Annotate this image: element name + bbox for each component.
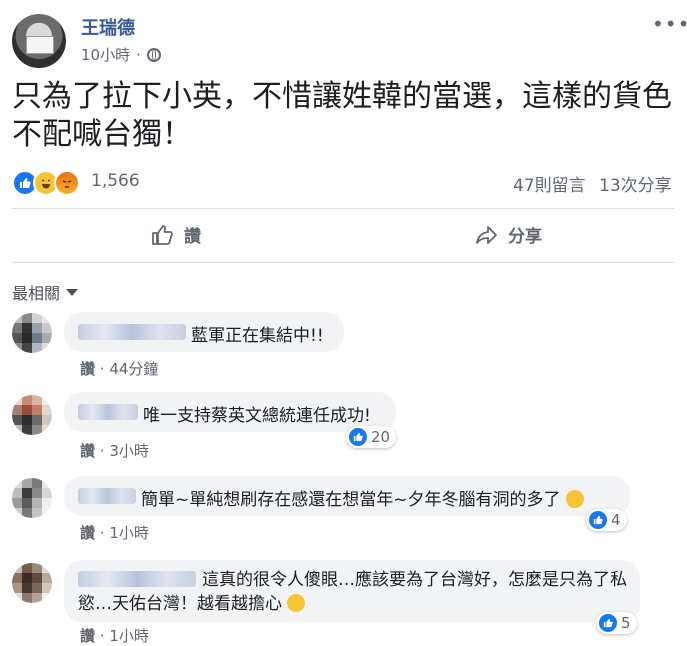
like-icon xyxy=(349,428,367,446)
commenter-name[interactable] xyxy=(78,404,138,420)
comment-time[interactable]: 1小時 xyxy=(109,627,149,645)
share-icon xyxy=(476,225,497,244)
comment-time[interactable]: 1小時 xyxy=(109,524,149,542)
caret-down-icon xyxy=(66,288,79,296)
comment-meta: 讚 · 3小時 xyxy=(80,442,149,460)
reaction-icons[interactable] xyxy=(12,170,80,196)
comment-like-link[interactable]: 讚 xyxy=(80,524,95,542)
share-button[interactable]: 分享 xyxy=(474,222,542,247)
reaction-count: 5 xyxy=(621,614,631,632)
comment-like-link[interactable]: 讚 xyxy=(80,360,95,378)
like-button[interactable]: 讚 xyxy=(150,222,201,247)
comment-reactions[interactable]: 20 xyxy=(346,426,397,448)
comment-reactions[interactable]: 5 xyxy=(596,612,637,634)
rofl-emoji-icon xyxy=(565,490,584,508)
comment-text: 簡單~單純想刷存在感還在想當年~夕年冬腦有洞的多了 xyxy=(141,485,584,510)
shares-count[interactable]: 13次分享 xyxy=(599,176,672,196)
reaction-count[interactable]: 1,566 xyxy=(91,171,140,191)
worried-emoji-icon xyxy=(287,594,306,612)
comment-sort-dropdown[interactable]: 最相關 xyxy=(12,280,79,304)
divider xyxy=(12,262,674,263)
like-icon xyxy=(152,224,173,245)
comment-time[interactable]: 3小時 xyxy=(109,442,149,460)
comment-meta: 讚 · 1小時 xyxy=(80,627,149,645)
angry-icon xyxy=(54,170,80,196)
comments-count[interactable]: 47則留言 xyxy=(513,176,586,196)
comment-avatar[interactable] xyxy=(12,563,52,603)
author-avatar[interactable] xyxy=(12,14,66,68)
post-time[interactable]: 10小時 xyxy=(81,44,130,65)
comment-bubble: 藍軍正在集結中!! xyxy=(64,312,344,352)
comment-bubble: 簡單~單純想刷存在感還在想當年~夕年冬腦有洞的多了 xyxy=(64,476,630,516)
comment-like-link[interactable]: 讚 xyxy=(80,442,95,460)
comment-meta: 讚 · 44分鐘 xyxy=(80,360,159,378)
post-stats: 47則留言 13次分享 xyxy=(505,171,672,196)
author-name[interactable]: 王瑞德 xyxy=(81,14,135,40)
comment-text: 唯一支持蔡英文總統連任成功! xyxy=(143,406,371,426)
comment-like-link[interactable]: 讚 xyxy=(80,627,95,645)
like-label: 讚 xyxy=(184,227,201,247)
like-icon xyxy=(599,614,617,632)
comment-text: 這真的很令人傻眼…應該要為了台灣好，怎麼是只為了私慾…天佑台灣！越看越擔心 xyxy=(78,570,627,614)
comment-avatar[interactable] xyxy=(12,313,52,353)
comment-avatar[interactable] xyxy=(12,478,52,518)
divider xyxy=(12,208,674,209)
post-text: 只為了拉下小英，不惜讓姓韓的當選，這樣的貨色不配喊台獨！ xyxy=(12,79,672,152)
more-icon[interactable]: ••• xyxy=(652,12,687,36)
post-meta: 10小時 · xyxy=(81,44,161,65)
reaction-count: 4 xyxy=(611,511,621,529)
comment-time[interactable]: 44分鐘 xyxy=(109,360,158,378)
comment-text: 藍軍正在集結中!! xyxy=(191,326,324,346)
comment-meta: 讚 · 1小時 xyxy=(80,524,149,542)
comment-bubble: 這真的很令人傻眼…應該要為了台灣好，怎麼是只為了私慾…天佑台灣！越看越擔心 xyxy=(64,560,640,622)
like-icon xyxy=(589,511,607,529)
globe-icon xyxy=(146,47,161,62)
sort-label: 最相關 xyxy=(12,284,61,303)
commenter-name[interactable] xyxy=(78,488,136,504)
comment-bubble: 唯一支持蔡英文總統連任成功! xyxy=(64,392,396,432)
comment-reactions[interactable]: 4 xyxy=(586,509,627,531)
reaction-count: 20 xyxy=(371,428,391,446)
share-label: 分享 xyxy=(508,227,542,247)
comment-avatar[interactable] xyxy=(12,395,52,435)
commenter-name[interactable] xyxy=(78,324,186,340)
